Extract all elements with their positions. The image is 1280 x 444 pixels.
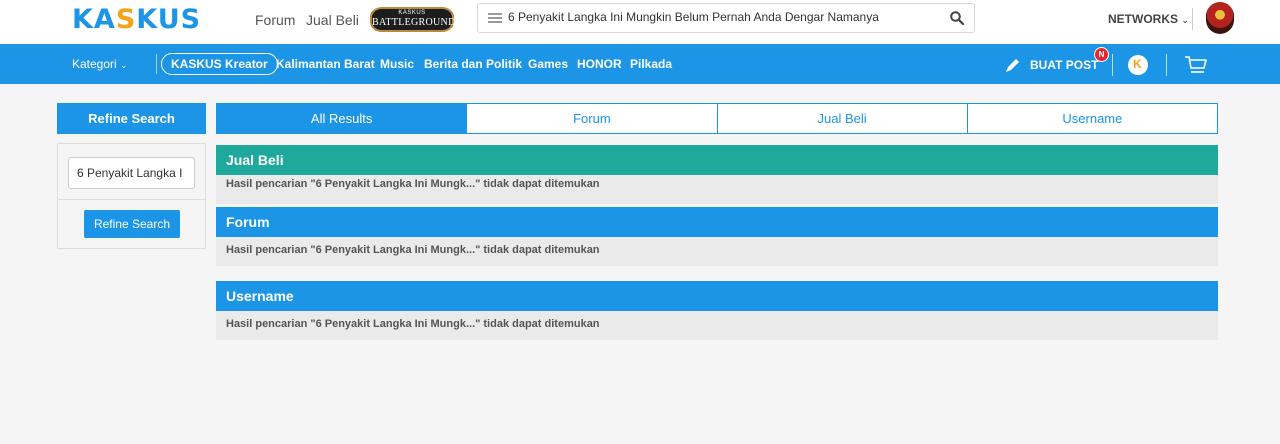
nav-item-music[interactable]: Music [380, 57, 414, 71]
avatar[interactable] [1206, 2, 1234, 34]
refine-search-title: Refine Search [57, 103, 206, 134]
category-nav: Kategori ⌄ KASKUS Kreator Kalimantan Bar… [0, 44, 1280, 84]
tab-forum[interactable]: Forum [466, 104, 716, 133]
section-title-username[interactable]: Username [216, 281, 1218, 311]
refine-search-input[interactable]: 6 Penyakit Langka I [68, 157, 195, 189]
pencil-icon [1006, 59, 1019, 72]
nav-item-pilkada[interactable]: Pilkada [630, 57, 672, 71]
chat-icon[interactable]: K [1128, 55, 1148, 75]
tab-all-results[interactable]: All Results [217, 104, 467, 133]
search-input[interactable]: 6 Penyakit Langka Ini Mungkin Belum Pern… [508, 10, 879, 24]
section-title-jual-beli[interactable]: Jual Beli [216, 145, 1218, 175]
divider [1192, 8, 1193, 30]
nav-item-honor[interactable]: HONOR [577, 57, 622, 71]
networks-menu[interactable]: NETWORKS ⌄ [1108, 12, 1189, 26]
kaskus-logo[interactable]: KASKUS [72, 6, 201, 34]
menu-icon[interactable] [478, 4, 512, 32]
refine-search-button[interactable]: Refine Search [84, 210, 180, 238]
chevron-down-icon: ⌄ [120, 60, 128, 70]
tab-username[interactable]: Username [966, 104, 1217, 133]
refine-search-panel: 6 Penyakit Langka I Refine Search [57, 143, 206, 249]
divider [1112, 54, 1113, 76]
section-message-jual-beli: Hasil pencarian "6 Penyakit Langka Ini M… [216, 175, 1218, 204]
nav-item-games[interactable]: Games [528, 57, 568, 71]
kategori-dropdown[interactable]: Kategori ⌄ [72, 57, 128, 71]
buat-post-button[interactable]: BUAT POST [1004, 55, 1098, 75]
battleground-logo[interactable]: KASKUS BATTLEGROUND [370, 7, 455, 32]
divider [58, 199, 205, 200]
search-bar[interactable]: 6 Penyakit Langka Ini Mungkin Belum Pern… [477, 3, 975, 33]
section-message-username: Hasil pencarian "6 Penyakit Langka Ini M… [216, 311, 1218, 340]
top-header: KASKUS Forum Jual Beli KASKUS BATTLEGROU… [0, 0, 1280, 44]
chevron-down-icon: ⌄ [1181, 15, 1189, 25]
cart-icon[interactable] [1184, 55, 1208, 75]
header-link-forum[interactable]: Forum [255, 12, 295, 28]
result-tabs: All Results Forum Jual Beli Username [216, 103, 1218, 134]
section-title-forum[interactable]: Forum [216, 207, 1218, 237]
notification-badge: N [1094, 47, 1109, 62]
section-message-forum: Hasil pencarian "6 Penyakit Langka Ini M… [216, 237, 1218, 266]
kaskus-kreator-button[interactable]: KASKUS Kreator [161, 53, 278, 75]
divider [1166, 54, 1167, 76]
divider [156, 54, 157, 74]
nav-item-berita-dan-politik[interactable]: Berita dan Politik [424, 57, 522, 71]
search-icon[interactable] [950, 11, 964, 25]
tab-jual-beli[interactable]: Jual Beli [716, 104, 967, 133]
header-link-jual-beli[interactable]: Jual Beli [306, 12, 359, 28]
nav-item-kalimantan-barat[interactable]: Kalimantan Barat [276, 57, 375, 71]
